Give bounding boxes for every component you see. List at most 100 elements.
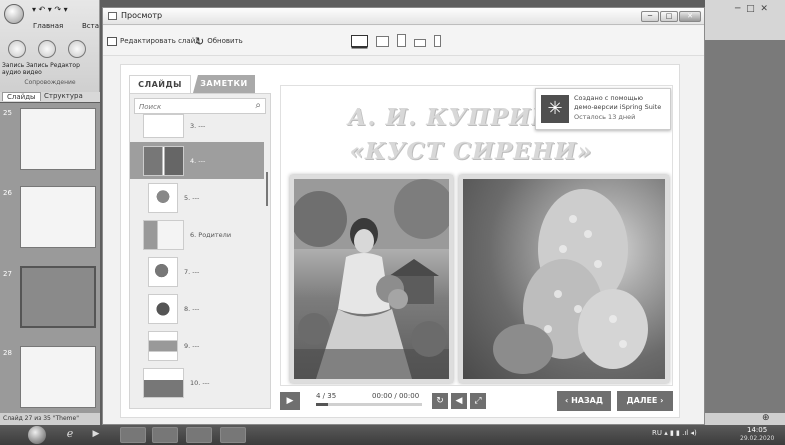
slide-thumbnail[interactable] [20,186,96,248]
list-item[interactable]: 8. --- [130,290,264,327]
record-video-icon[interactable] [38,40,56,58]
zoom-slider[interactable] [705,413,785,425]
start-button[interactable] [28,426,46,444]
slide-thumbnail[interactable] [20,346,96,408]
edit-slide-button[interactable]: Редактировать слайд [107,35,200,47]
slide-outline-sidebar: ⌕ 3. --- 4. --- 5. --- 6. Родители [129,93,271,409]
painting-frame [290,175,453,383]
play-button[interactable]: ▶ [280,392,300,410]
media-player-icon[interactable]: ▶ [88,427,104,443]
lilac-photo-frame [459,175,669,383]
panel-tab-structure[interactable]: Структура [40,92,87,100]
preview-window: Просмотр ─ □ ✕ Редактировать слайд ↻ Обн… [102,7,705,425]
refresh-button[interactable]: ↻ Обновить [195,34,243,48]
list-item[interactable]: 7. --- [130,253,264,290]
slide-list-thumb [148,256,178,287]
slide-thumbnail-panel[interactable]: 25 26 27 28 [0,103,100,413]
thumb-number: 26 [3,189,12,197]
taskbar-powerpoint-icon[interactable] [220,427,246,443]
record-audio-icon[interactable] [8,40,26,58]
painting-illustration [294,179,449,379]
tablet-portrait-icon[interactable] [397,34,406,47]
clock-time[interactable]: 14:05 [747,426,767,434]
window-title: Просмотр [121,11,163,20]
slide-stage: А. И. КУПРИН «КУСТ СИРЕНИ» ✳ Создано с п… [280,85,673,386]
desktop-view-icon[interactable] [351,35,368,47]
slide-thumbnail[interactable] [20,108,96,170]
slide-list-thumb [148,330,178,361]
ribbon-button-labels-2: аудио видео [2,69,42,76]
system-tray[interactable]: RU ▴ ▮ ▮ .ıl ◂) [652,429,697,437]
next-button[interactable]: ДАЛЕЕ › [617,391,673,411]
editor-icon[interactable] [68,40,86,58]
slide-list-label: 9. --- [184,341,200,350]
demo-text-2: демо-версии iSpring Suite [574,103,662,111]
demo-days-left: Осталось 13 дней [574,113,636,121]
device-selector [351,34,441,47]
slide-list-thumb [143,145,184,176]
fullscreen-icon[interactable]: ⤢ [470,393,486,409]
slide-list-thumb [148,182,178,213]
volume-icon[interactable]: ◀ [451,393,467,409]
list-item[interactable]: 3. --- [130,110,264,142]
lilac-illustration [493,189,648,374]
ribbon-group-label: Сопровождение [24,79,76,86]
slide-list-label: 4. --- [190,156,206,165]
powerpoint-window-controls[interactable]: ─ □ ✕ [735,4,768,14]
slide-thumbnail-selected[interactable] [20,266,96,328]
refresh-label: Обновить [207,37,243,45]
slide-list-label: 10. --- [190,378,210,387]
list-item-selected[interactable]: 4. --- [130,142,264,179]
slide-title-story: «КУСТ СИРЕНИ» [349,138,593,165]
player-controls: ▶ 4 / 35 00:00 / 00:00 ↻ ◀ ⤢ ‹ НАЗАД ДАЛ… [280,389,673,413]
slide-list-label: 7. --- [184,267,200,276]
slide-list-thumb [143,114,184,138]
tab-slides[interactable]: СЛАЙДЫ [129,75,191,93]
minimize-button[interactable]: ─ [641,11,659,22]
progress-fill [316,403,328,406]
ispring-logo-icon: ✳ [541,95,569,123]
progress-bar[interactable] [316,403,422,406]
replay-icon[interactable]: ↻ [432,393,448,409]
phone-landscape-icon[interactable] [414,39,426,47]
slide-list-label: 3. --- [190,122,206,130]
time-display: 00:00 / 00:00 [372,392,420,400]
refresh-icon: ↻ [195,34,205,48]
slide-list-label: 6. Родители [190,230,232,239]
list-item[interactable]: 10. --- [130,364,264,401]
tablet-landscape-icon[interactable] [376,36,389,47]
slide-list-thumb [143,367,184,398]
list-item[interactable]: 9. --- [130,327,264,364]
ribbon-tab-home[interactable]: Главная [33,22,63,30]
taskbar-app-icon[interactable] [186,427,212,443]
list-item[interactable]: 5. --- [130,179,264,216]
powerpoint-status-bar: Слайд 27 из 35 "Theme" [0,413,100,425]
quick-access-toolbar[interactable]: ▾ ↶ ▾ ↷ ▾ [32,5,68,14]
prev-button[interactable]: ‹ НАЗАД [557,391,611,411]
list-item[interactable]: 6. Родители [130,216,264,253]
office-button[interactable] [4,4,24,24]
ribbon-button-labels: Запись Запись Редактор [2,62,80,69]
panel-tab-slides[interactable]: Слайды [2,92,41,101]
taskbar-explorer-icon[interactable] [152,427,178,443]
slide-list-label: 8. --- [184,304,200,313]
slide-list-label: 5. --- [184,193,200,202]
slide-list-thumb [148,293,178,324]
demo-watermark[interactable]: ✳ Создано с помощью демо-версии iSpring … [535,88,671,130]
phone-portrait-icon[interactable] [434,35,441,47]
powerpoint-workspace [705,0,785,425]
slide-list-scrollbar[interactable] [266,172,268,206]
zoom-in-icon[interactable]: ⊕ [762,413,770,423]
close-button[interactable]: ✕ [679,11,701,22]
ie-icon[interactable]: ℯ [60,427,80,443]
edit-slide-icon [107,36,117,46]
slide-list-thumb [143,219,184,250]
preview-toolbar: Редактировать слайд ↻ Обновить [103,26,704,56]
clock-date[interactable]: 29.02.2020 [740,435,774,442]
maximize-button[interactable]: □ [660,11,678,22]
tab-notes[interactable]: ЗАМЕТКИ [193,75,255,93]
ribbon-tab-insert[interactable]: Вста [82,22,99,30]
edit-slide-label: Редактировать слайд [120,37,201,45]
taskbar-word-icon[interactable] [120,427,146,443]
preview-titlebar[interactable]: Просмотр ─ □ ✕ [103,8,704,25]
